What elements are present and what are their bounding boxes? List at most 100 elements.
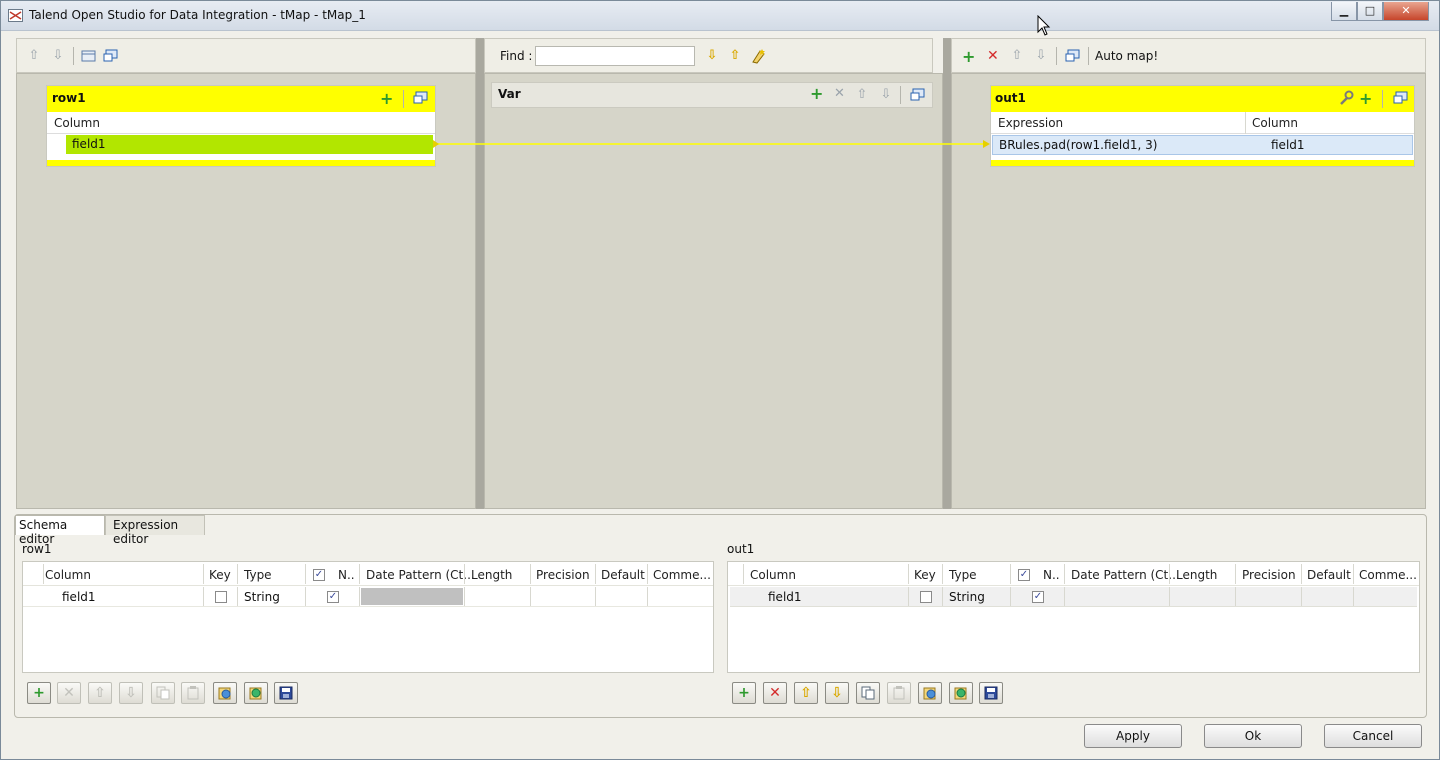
header-precision[interactable]: Precision xyxy=(1242,568,1296,582)
column-header-label: Column xyxy=(54,116,100,130)
header-column[interactable]: Column xyxy=(45,568,91,582)
header-comment[interactable]: Comme... xyxy=(1359,568,1417,582)
add-output-icon[interactable]: + xyxy=(962,47,975,66)
highlight-icon[interactable] xyxy=(750,48,768,64)
header-length[interactable]: Length xyxy=(1176,568,1217,582)
header-comment[interactable]: Comme... xyxy=(653,568,711,582)
schema-import-button[interactable] xyxy=(213,682,237,704)
header-date-pattern[interactable]: Date Pattern (Ct... xyxy=(1071,568,1180,582)
header-type[interactable]: Type xyxy=(949,568,977,582)
toolbar-separator xyxy=(1088,47,1089,65)
schema-move-down-button[interactable]: ⇩ xyxy=(119,682,143,704)
splitter-left[interactable] xyxy=(476,38,484,509)
header-type[interactable]: Type xyxy=(244,568,272,582)
divider xyxy=(1010,564,1011,584)
cell-type[interactable]: String xyxy=(244,590,280,604)
header-precision[interactable]: Precision xyxy=(536,568,590,582)
divider xyxy=(942,587,943,606)
add-column-icon[interactable]: + xyxy=(380,89,393,108)
schema-move-down-button[interactable]: ⇩ xyxy=(825,682,849,704)
nullable-checkbox[interactable]: ✓ xyxy=(1032,591,1044,603)
cell-column[interactable]: field1 xyxy=(768,590,802,604)
input-row-field1[interactable]: field1 xyxy=(66,135,433,154)
minimize-var-icon[interactable] xyxy=(910,88,926,102)
add-var-icon[interactable]: + xyxy=(810,84,823,103)
schema-copy-button[interactable] xyxy=(856,682,880,704)
move-down-icon[interactable]: ⇩ xyxy=(50,48,66,64)
input-toolbar: ⇧ ⇩ xyxy=(16,38,476,73)
toolbar-separator xyxy=(73,47,74,65)
divider xyxy=(1301,587,1302,606)
nullable-all-checkbox[interactable]: ✓ xyxy=(1018,569,1030,581)
schema-copy-button[interactable] xyxy=(151,682,175,704)
header-default[interactable]: Default xyxy=(601,568,645,582)
key-checkbox[interactable] xyxy=(215,591,227,603)
header-default[interactable]: Default xyxy=(1307,568,1351,582)
schema-paste-button[interactable] xyxy=(181,682,205,704)
tab-expression-editor[interactable]: Expression editor xyxy=(105,515,205,546)
header-length[interactable]: Length xyxy=(471,568,512,582)
maximize-button[interactable]: □ xyxy=(1357,2,1383,21)
remove-var-icon[interactable]: ✕ xyxy=(834,86,845,101)
find-input[interactable] xyxy=(535,46,695,66)
schema-paste-button[interactable] xyxy=(887,682,911,704)
schema-save-button[interactable] xyxy=(274,682,298,704)
output-expression[interactable]: BRules.pad(row1.field1, 3) xyxy=(999,138,1157,152)
apply-button[interactable]: Apply xyxy=(1084,724,1182,748)
auto-map-button[interactable]: Auto map! xyxy=(1095,49,1158,63)
key-checkbox[interactable] xyxy=(920,591,932,603)
mouse-cursor-icon xyxy=(1037,15,1051,36)
find-next-icon[interactable]: ⇩ xyxy=(704,48,720,64)
title-bar: Talend Open Studio for Data Integration … xyxy=(1,1,1439,36)
schema-save-button[interactable] xyxy=(979,682,1003,704)
add-output-column-icon[interactable]: + xyxy=(1359,89,1372,108)
find-previous-icon[interactable]: ⇧ xyxy=(727,48,743,64)
tab-label: Expression editor xyxy=(113,518,179,546)
header-key[interactable]: Key xyxy=(914,568,936,582)
var-move-up-icon[interactable]: ⇧ xyxy=(854,87,870,103)
header-key[interactable]: Key xyxy=(209,568,231,582)
divider xyxy=(1169,564,1170,584)
output-move-up-icon[interactable]: ⇧ xyxy=(1009,48,1025,64)
remove-output-icon[interactable]: ✕ xyxy=(987,48,999,64)
minimize-tables-icon[interactable] xyxy=(81,49,97,63)
schema-remove-button[interactable]: ✕ xyxy=(57,682,81,704)
output-move-down-icon[interactable]: ⇩ xyxy=(1033,48,1049,64)
close-window-button[interactable]: ✕ xyxy=(1383,2,1429,21)
minimize-button[interactable]: ▁ xyxy=(1331,2,1357,21)
nullable-checkbox[interactable]: ✓ xyxy=(327,591,339,603)
export-icon xyxy=(954,687,967,700)
header-date-pattern[interactable]: Date Pattern (Ct... xyxy=(366,568,475,582)
ok-button[interactable]: Ok xyxy=(1204,724,1302,748)
header-nullable[interactable]: N.. xyxy=(1043,568,1060,582)
restore-output-icon[interactable] xyxy=(1065,49,1081,63)
schema-export-button[interactable] xyxy=(949,682,973,704)
output-row-field1[interactable]: BRules.pad(row1.field1, 3) field1 xyxy=(992,135,1413,155)
minimize-table-icon[interactable] xyxy=(413,91,429,105)
tab-schema-editor[interactable]: Schema editor xyxy=(15,515,105,546)
schema-move-up-button[interactable]: ⇧ xyxy=(794,682,818,704)
var-table-name: Var xyxy=(498,87,521,101)
schema-import-button[interactable] xyxy=(918,682,942,704)
header-nullable[interactable]: N.. xyxy=(338,568,355,582)
divider xyxy=(464,587,465,606)
cell-type[interactable]: String xyxy=(949,590,985,604)
schema-export-button[interactable] xyxy=(244,682,268,704)
table-row[interactable]: field1 String ✓ xyxy=(730,587,1417,607)
schema-remove-button[interactable]: ✕ xyxy=(763,682,787,704)
schema-move-up-button[interactable]: ⇧ xyxy=(88,682,112,704)
wrench-icon[interactable] xyxy=(1338,90,1354,106)
cancel-button[interactable]: Cancel xyxy=(1324,724,1422,748)
divider xyxy=(1064,564,1065,584)
restore-tables-icon[interactable] xyxy=(103,49,119,63)
move-up-icon[interactable]: ⇧ xyxy=(26,48,42,64)
var-move-down-icon[interactable]: ⇩ xyxy=(878,87,894,103)
header-column[interactable]: Column xyxy=(750,568,796,582)
schema-add-button[interactable]: + xyxy=(732,682,756,704)
schema-add-button[interactable]: + xyxy=(27,682,51,704)
table-row[interactable]: field1 String ✓ xyxy=(23,587,713,607)
splitter-right[interactable] xyxy=(943,38,951,509)
cell-column[interactable]: field1 xyxy=(62,590,96,604)
nullable-all-checkbox[interactable]: ✓ xyxy=(313,569,325,581)
minimize-output-table-icon[interactable] xyxy=(1393,91,1409,105)
